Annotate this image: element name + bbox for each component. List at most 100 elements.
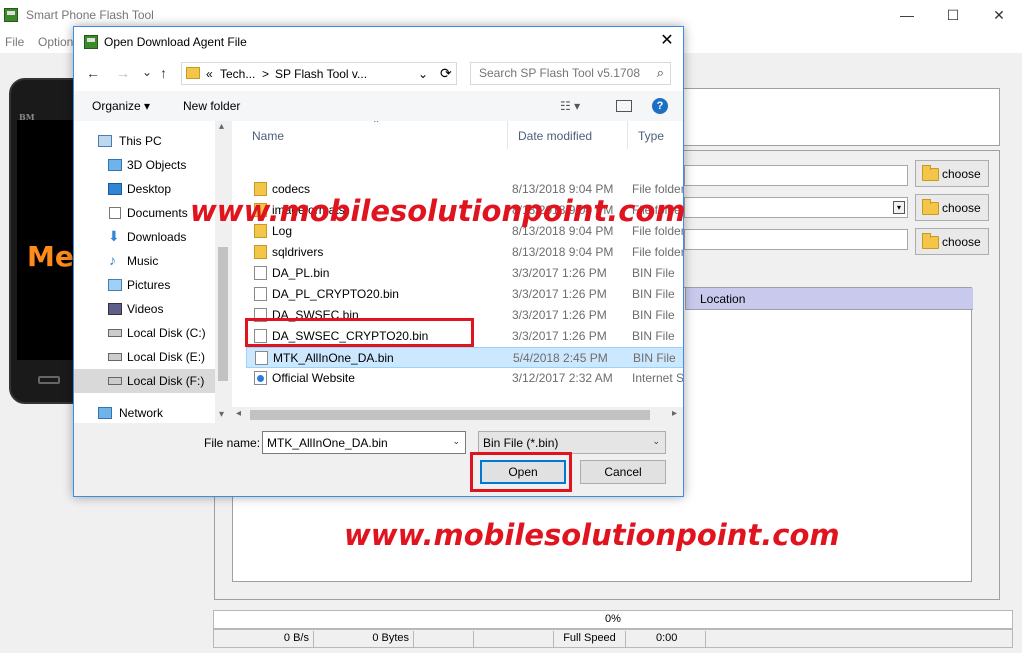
- maximize-button[interactable]: ☐: [930, 0, 976, 31]
- file-name: DA_PL.bin: [272, 266, 330, 280]
- breadcrumb-prefix[interactable]: «: [206, 67, 213, 81]
- drive-icon: [108, 329, 122, 337]
- scroll-right-icon[interactable]: ▸: [672, 408, 677, 419]
- sort-ascending-icon: ⌃: [372, 121, 381, 130]
- open-button[interactable]: Open: [480, 460, 566, 484]
- choose-auth-button[interactable]: choose: [915, 228, 989, 255]
- address-bar[interactable]: « Tech... > SP Flash Tool v... ⌄ ⟳: [181, 62, 457, 85]
- nav-item-local-disk-e[interactable]: Local Disk (E:): [74, 345, 215, 369]
- choose-scatter-button[interactable]: choose: [915, 194, 989, 221]
- forward-arrow-icon[interactable]: →: [116, 65, 130, 81]
- help-icon[interactable]: ?: [652, 98, 668, 114]
- status-speed: 0 B/s: [214, 631, 314, 647]
- phone-graphic: BM Me: [9, 78, 81, 404]
- file-date: 8/13/2018 9:04 PM: [512, 245, 614, 259]
- file-type-filter[interactable]: Bin File (*.bin) ⌄: [478, 431, 666, 454]
- auth-file-field[interactable]: [684, 229, 908, 250]
- scrollbar-thumb[interactable]: [218, 247, 228, 381]
- nav-item-pictures[interactable]: Pictures: [74, 273, 215, 297]
- choose-label: choose: [942, 167, 981, 181]
- menu-file[interactable]: File: [5, 35, 24, 49]
- search-input[interactable]: [479, 66, 649, 80]
- file-row-da-swsec-crypto20[interactable]: DA_SWSEC_CRYPTO20.bin 3/3/2017 1:26 PM B…: [246, 326, 683, 347]
- nav-item-label: Local Disk (F:): [127, 374, 205, 388]
- folder-icon: [186, 67, 200, 79]
- file-name-label: File name:: [204, 436, 261, 450]
- file-date: 5/4/2018 2:45 PM: [513, 351, 608, 365]
- location-column-header[interactable]: Location: [685, 288, 973, 310]
- progress-text: 0%: [605, 613, 621, 625]
- file-list-hscrollbar[interactable]: ◂ ▸: [232, 407, 683, 423]
- nav-item-label: Desktop: [127, 182, 172, 196]
- nav-item-network[interactable]: Network: [74, 401, 215, 423]
- watermark-top: www.mobilesolutionpoint.com: [190, 194, 686, 228]
- breadcrumb-tech[interactable]: Tech...: [220, 67, 255, 81]
- file-icon: [254, 329, 267, 343]
- organize-button[interactable]: Organize ▾: [92, 99, 150, 113]
- file-row-sqldrivers[interactable]: sqldrivers 8/13/2018 9:04 PM File folder: [246, 242, 683, 263]
- dialog-app-icon: [84, 35, 98, 49]
- address-dropdown-icon[interactable]: ⌄: [418, 67, 428, 81]
- view-options-icon[interactable]: ☷ ▾: [560, 99, 580, 113]
- file-date: 3/3/2017 1:26 PM: [512, 287, 607, 301]
- refresh-icon[interactable]: ⟳: [440, 65, 452, 82]
- recent-locations-chevron-icon[interactable]: ⌄: [142, 65, 152, 79]
- back-arrow-icon[interactable]: ←: [86, 65, 100, 81]
- nav-item-label: Pictures: [127, 278, 171, 292]
- nav-item-local-disk-f[interactable]: Local Disk (F:): [74, 369, 215, 393]
- minimize-button[interactable]: —: [884, 0, 930, 31]
- search-box[interactable]: ⌕: [470, 62, 671, 85]
- file-date: 3/3/2017 1:26 PM: [512, 308, 607, 322]
- scroll-down-icon[interactable]: ▾: [219, 409, 224, 420]
- nav-item-videos[interactable]: Videos: [74, 297, 215, 321]
- nav-item-this-pc[interactable]: This PC: [74, 129, 215, 153]
- chevron-down-icon[interactable]: ⌄: [452, 436, 460, 447]
- phone-home-button: [38, 376, 60, 384]
- status-bar: 0 B/s 0 Bytes Full Speed 0:00: [213, 629, 1013, 648]
- chevron-down-icon[interactable]: ⌄: [652, 436, 660, 447]
- file-row-mtk-allinone-da[interactable]: MTK_AllInOne_DA.bin 5/4/2018 2:45 PM BIN…: [246, 347, 683, 368]
- file-row-da-pl-crypto20[interactable]: DA_PL_CRYPTO20.bin 3/3/2017 1:26 PM BIN …: [246, 284, 683, 305]
- nav-item-3d-objects[interactable]: 3D Objects: [74, 153, 215, 177]
- menu-option[interactable]: Option: [38, 35, 73, 49]
- scatter-file-field[interactable]: ▾: [684, 197, 908, 218]
- nav-pane-scrollbar[interactable]: ▴ ▾: [215, 121, 231, 423]
- file-row-official-website[interactable]: Official Website 3/12/2017 2:32 AM Inter…: [246, 368, 683, 389]
- breadcrumb-sp-flash-tool[interactable]: SP Flash Tool v...: [275, 67, 367, 81]
- column-type[interactable]: Type: [628, 121, 683, 149]
- dialog-close-button[interactable]: ✕: [651, 27, 683, 57]
- scroll-up-icon[interactable]: ▴: [219, 121, 224, 132]
- pictures-icon: [108, 279, 122, 291]
- cancel-button[interactable]: Cancel: [580, 460, 666, 484]
- nav-item-label: Videos: [127, 302, 164, 316]
- file-name-combobox[interactable]: ⌄: [262, 431, 466, 454]
- download-agent-field[interactable]: [684, 165, 908, 186]
- drive-icon: [108, 377, 122, 385]
- scroll-left-icon[interactable]: ◂: [236, 408, 241, 419]
- file-name: sqldrivers: [272, 245, 324, 259]
- main-close-button[interactable]: ✕: [976, 0, 1022, 31]
- choose-da-button[interactable]: choose: [915, 160, 989, 187]
- file-row-da-swsec[interactable]: DA_SWSEC.bin 3/3/2017 1:26 PM BIN File: [246, 305, 683, 326]
- folder-icon: [922, 199, 939, 215]
- nav-item-label: Network: [119, 406, 164, 420]
- column-name[interactable]: Name ⌃: [242, 121, 508, 149]
- status-mode: Full Speed: [554, 631, 626, 647]
- up-arrow-icon[interactable]: ↑: [160, 65, 167, 81]
- folder-icon: [922, 233, 939, 249]
- column-type-label: Type: [638, 129, 665, 143]
- file-row-da-pl[interactable]: DA_PL.bin 3/3/2017 1:26 PM BIN File: [246, 263, 683, 284]
- scrollbar-thumb[interactable]: [250, 410, 650, 420]
- file-name-input[interactable]: [267, 436, 447, 450]
- downloads-icon: ⬇: [108, 228, 120, 244]
- preview-pane-icon[interactable]: [616, 100, 632, 112]
- combo-arrow-icon[interactable]: ▾: [893, 201, 905, 214]
- new-folder-button[interactable]: New folder: [183, 99, 240, 113]
- nav-item-local-disk-c[interactable]: Local Disk (C:): [74, 321, 215, 345]
- search-icon[interactable]: ⌕: [657, 65, 664, 81]
- nav-item-downloads[interactable]: ⬇ Downloads: [74, 225, 215, 249]
- nav-item-music[interactable]: ♪ Music: [74, 249, 215, 273]
- file-icon: [254, 287, 267, 301]
- navigation-pane: This PC 3D Objects Desktop Documents ⬇ D…: [74, 121, 231, 423]
- column-date-modified[interactable]: Date modified: [508, 121, 628, 149]
